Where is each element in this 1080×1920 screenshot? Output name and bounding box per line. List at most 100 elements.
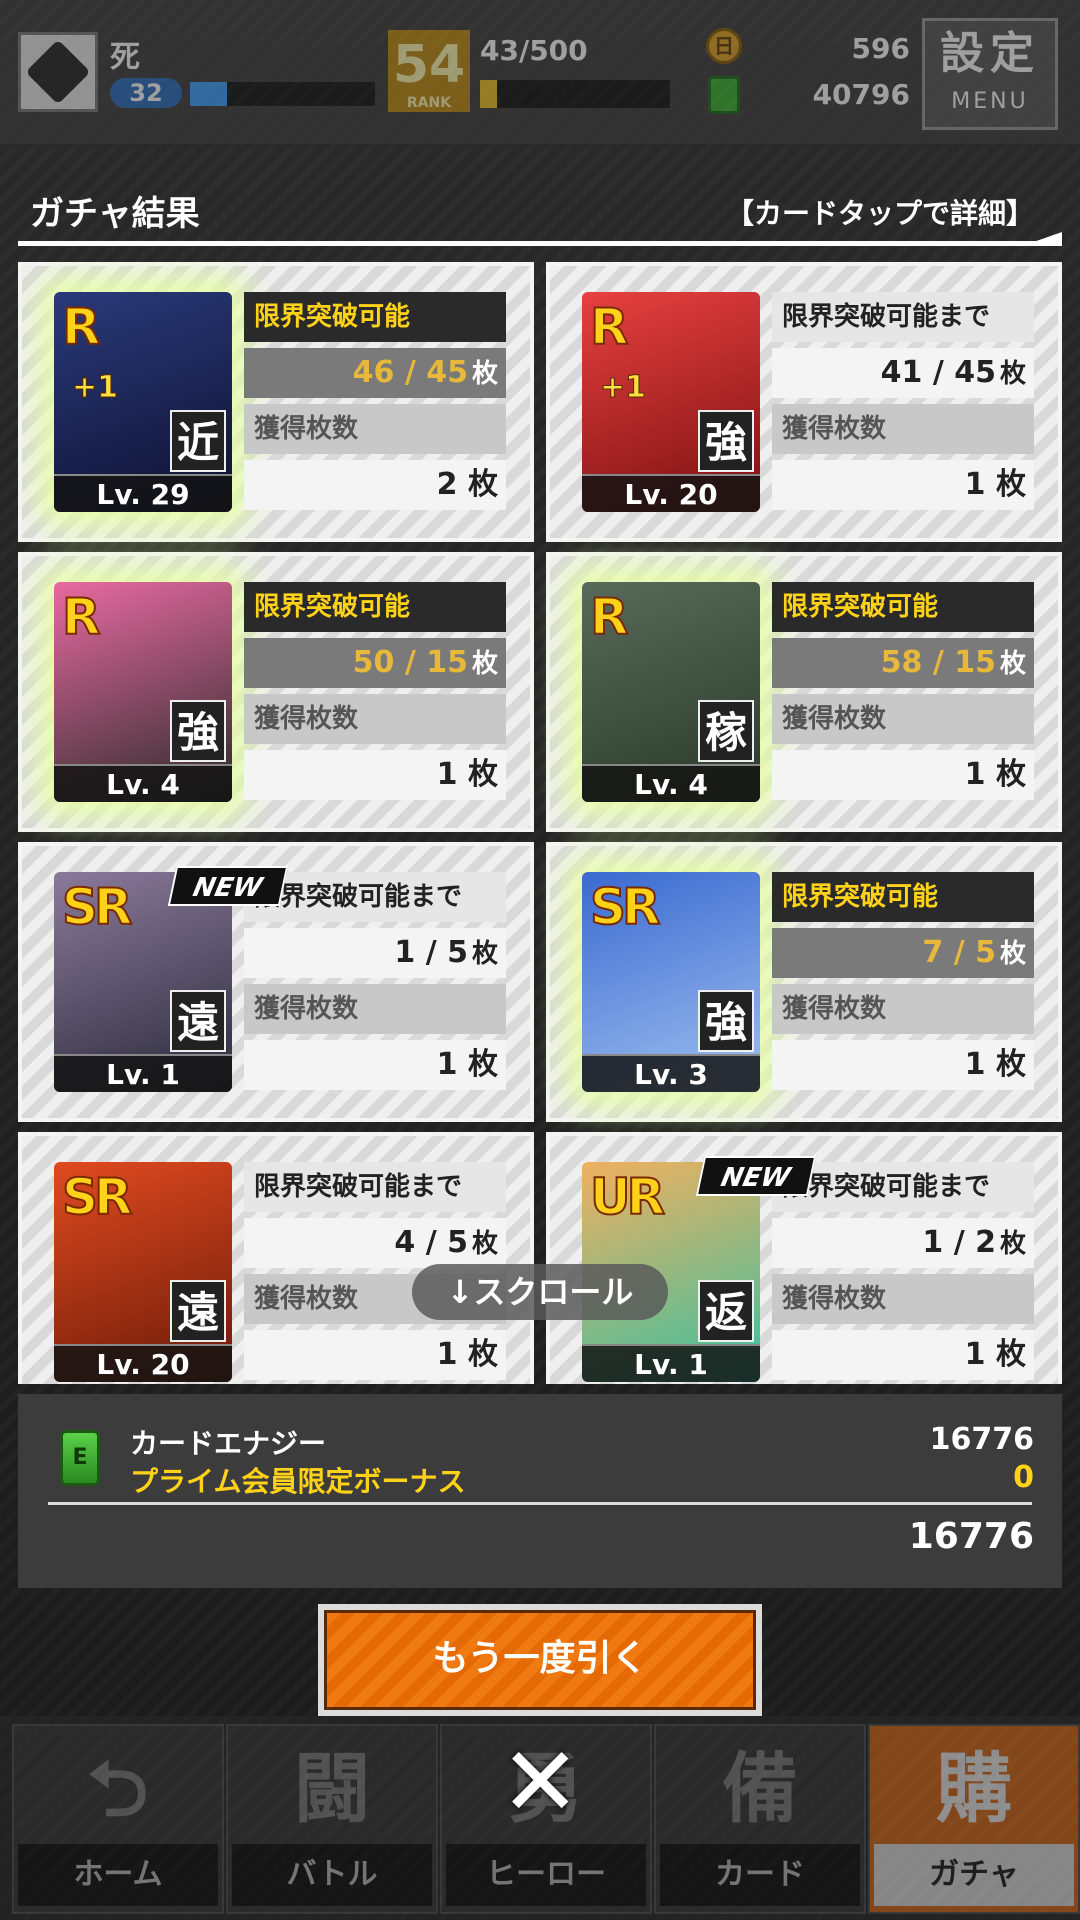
rarity-label: SR (61, 1167, 133, 1227)
nav-icon: 備 (722, 1744, 798, 1833)
new-badge: NEW (167, 866, 289, 906)
card-level: Lv. 4 (582, 764, 760, 802)
unit-label: 枚 (468, 1047, 498, 1082)
unit-label: 枚 (471, 649, 498, 679)
obtained-label: 獲得枚数 (772, 694, 1034, 744)
card-result-item[interactable]: SR 遠 Lv. 20 限界突破可能まで 4 / 5枚 獲得枚数 1 枚 (18, 1132, 534, 1384)
card-result-item[interactable]: R 強 Lv. 4 限界突破可能 50 / 15 枚 獲得枚数 1 枚 (18, 552, 534, 832)
card-image[interactable]: SR 強 Lv. 3 (582, 872, 760, 1092)
result-header: ガチャ結果 【カードタップで詳細】 (18, 180, 1062, 246)
unit-label: 枚 (999, 939, 1026, 969)
obtained-value: 1 (964, 1047, 986, 1082)
bonus-value: 0 (1013, 1460, 1034, 1495)
unit-label: 枚 (999, 1229, 1026, 1259)
plus-mark: +1 (71, 370, 119, 406)
limit-status: 限界突破可能まで (244, 1162, 506, 1212)
card-result-item[interactable]: SR 強 Lv. 3 限界突破可能 7 / 5枚 獲得枚数 1 枚 (546, 842, 1062, 1122)
obtained-count: 1 枚 (772, 1040, 1034, 1090)
card-level: Lv. 1 (54, 1054, 232, 1092)
player-level-fill (190, 82, 227, 106)
card-result-item[interactable]: SR 遠 Lv. 1 NEW 限界突破可能まで 1 / 5枚 獲得枚数 1 枚 (18, 842, 534, 1122)
card-image[interactable]: SR 遠 Lv. 20 (54, 1162, 232, 1382)
limit-current: 4 (394, 1225, 416, 1260)
card-image[interactable]: R 強 Lv. 4 (54, 582, 232, 802)
card-image[interactable]: R 稼 Lv. 4 (582, 582, 760, 802)
limit-current: 1 (922, 1225, 944, 1260)
obtained-label: 獲得枚数 (244, 984, 506, 1034)
card-level: Lv. 20 (582, 474, 760, 512)
rank-badge: 54 RANK (388, 30, 470, 112)
draw-again-label: もう一度引く (324, 1610, 756, 1710)
menu-button[interactable]: 設定 MENU (922, 18, 1058, 130)
obtained-label: 獲得枚数 (244, 694, 506, 744)
coin-amount: 596 (851, 32, 910, 65)
header-corner (1022, 232, 1062, 246)
card-image[interactable]: R +1 強 Lv. 20 (582, 292, 760, 512)
card-type: 強 (698, 990, 754, 1052)
card-level: Lv. 29 (54, 474, 232, 512)
card-result-item[interactable]: R 稼 Lv. 4 限界突破可能 58 / 15 枚 獲得枚数 1 枚 (546, 552, 1062, 832)
nav-icon: 闘 (294, 1744, 370, 1833)
card-type: 近 (170, 410, 226, 472)
limit-status: 限界突破可能 (244, 292, 506, 342)
obtained-count: 1 枚 (244, 750, 506, 800)
limit-progress: 46 / 45 枚 (244, 348, 506, 398)
card-type: 強 (170, 700, 226, 762)
limit-max: 5 (447, 1225, 468, 1260)
energy-total: 16776 (908, 1516, 1034, 1557)
unit-label: 枚 (471, 1229, 498, 1259)
exp-fill (480, 80, 498, 108)
nav-item[interactable]: 購 ガチャ (868, 1724, 1080, 1914)
obtained-label: 獲得枚数 (772, 1274, 1034, 1324)
player-level-bar (190, 82, 375, 106)
card-result-item[interactable]: R +1 近 Lv. 29 限界突破可能 46 / 45 枚 獲得枚数 2 枚 (18, 262, 534, 542)
unit-label: 枚 (468, 1337, 498, 1372)
obtained-count: 1 枚 (244, 1040, 506, 1090)
limit-status: 限界突破可能 (772, 872, 1034, 922)
limit-current: 50 (352, 645, 395, 680)
rarity-label: SR (61, 877, 133, 937)
limit-current: 1 (394, 935, 416, 970)
card-energy-icon: E (60, 1430, 100, 1486)
rarity-label: R (61, 587, 101, 647)
energy-value: 16776 (929, 1422, 1034, 1457)
obtained-count: 1 枚 (772, 460, 1034, 510)
draw-again-button[interactable]: もう一度引く (318, 1604, 762, 1716)
obtained-value: 1 (964, 1337, 986, 1372)
nav-label: バトル (232, 1844, 432, 1906)
nav-label: ヒーロー (446, 1844, 646, 1906)
limit-progress: 50 / 15 枚 (244, 638, 506, 688)
card-type: 返 (698, 1280, 754, 1342)
card-result-item[interactable]: R +1 強 Lv. 20 限界突破可能まで 41 / 45 枚 獲得枚数 1 枚 (546, 262, 1062, 542)
obtained-count: 1 枚 (244, 1330, 506, 1380)
player-name: 死 (110, 40, 140, 75)
nav-item[interactable]: 闘 バトル (226, 1724, 438, 1914)
obtained-value: 1 (964, 467, 986, 502)
rarity-label: R (589, 297, 629, 357)
card-type: 遠 (170, 1280, 226, 1342)
unit-label: 枚 (468, 757, 498, 792)
limit-current: 41 (880, 355, 923, 390)
limit-progress: 7 / 5枚 (772, 928, 1034, 978)
card-result-item[interactable]: UR 返 Lv. 1 NEW 限界突破可能まで 1 / 2枚 獲得枚数 1 枚 (546, 1132, 1062, 1384)
limit-max: 45 (426, 355, 468, 390)
nav-label: ホーム (18, 1844, 218, 1906)
unit-label: 枚 (996, 757, 1026, 792)
energy-label: カードエナジー (130, 1427, 327, 1460)
rarity-label: SR (589, 877, 661, 937)
limit-current: 46 (352, 355, 395, 390)
card-image[interactable]: R +1 近 Lv. 29 (54, 292, 232, 512)
card-info: 限界突破可能まで 41 / 45 枚 獲得枚数 1 枚 (772, 292, 1034, 512)
card-info: 限界突破可能 7 / 5枚 獲得枚数 1 枚 (772, 872, 1034, 1092)
obtained-value: 1 (436, 1047, 458, 1082)
limit-max: 45 (954, 355, 996, 390)
nav-item[interactable]: 備 カード (654, 1724, 866, 1914)
obtained-count: 1 枚 (772, 1330, 1034, 1380)
unit-label: 枚 (999, 359, 1026, 389)
limit-current: 58 (880, 645, 923, 680)
unit-label: 枚 (468, 467, 498, 502)
nav-item[interactable]: ⮌ ホーム (12, 1724, 224, 1914)
obtained-value: 2 (436, 467, 458, 502)
close-icon[interactable]: ✕ (500, 1734, 580, 1830)
obtained-value: 1 (436, 757, 458, 792)
